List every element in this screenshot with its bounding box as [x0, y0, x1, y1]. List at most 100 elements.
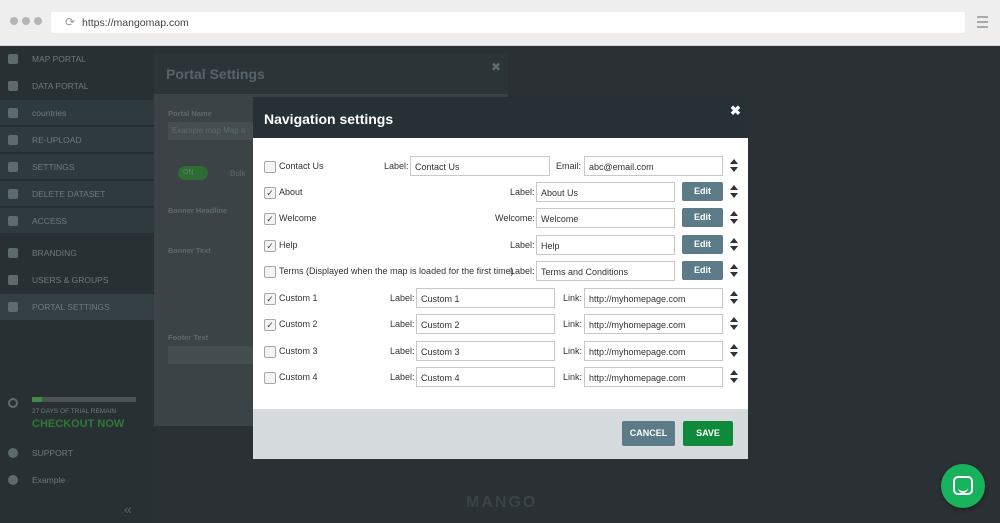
collapse-sidebar-icon[interactable]: «	[124, 501, 132, 517]
sidebar-item-re-upload[interactable]: RE-UPLOAD	[0, 127, 154, 153]
nav-checkbox[interactable]: ✓	[264, 319, 276, 331]
sidebar-item-label: SETTINGS	[32, 162, 75, 172]
sidebar-item-label: countries	[32, 108, 67, 118]
portal-name-label: Portal Name	[168, 109, 212, 118]
drag-handle-icon[interactable]	[730, 238, 738, 252]
save-button[interactable]: SAVE	[683, 421, 733, 446]
background-logo: MANGO	[466, 494, 538, 511]
sidebar-item-label: MAP PORTAL	[32, 54, 86, 64]
nav-link-input[interactable]: http://myhomepage.com	[584, 314, 723, 334]
sidebar-item-map-portal[interactable]: MAP PORTAL	[0, 46, 154, 72]
cancel-button[interactable]: CANCEL	[622, 421, 675, 446]
reload-icon[interactable]: ⟳	[65, 16, 75, 29]
portal-toggle[interactable]: ON	[178, 166, 208, 180]
edit-button[interactable]: Edit	[682, 235, 723, 254]
nav-label-input[interactable]: Terms and Conditions	[536, 261, 675, 281]
portal-name-field[interactable]: Example map Map a	[168, 122, 258, 140]
edit-button[interactable]: Edit	[682, 261, 723, 280]
grid-icon	[8, 108, 18, 118]
nav-label-input[interactable]: Custom 3	[416, 341, 555, 361]
nav-field-label: Label:	[390, 319, 415, 329]
nav-checkbox[interactable]	[264, 346, 276, 358]
drag-handle-icon[interactable]	[730, 370, 738, 384]
sidebar-item-portal-settings[interactable]: PORTAL SETTINGS	[0, 294, 154, 320]
nav-checkbox[interactable]: ✓	[264, 240, 276, 252]
nav-checkbox[interactable]: ✓	[264, 213, 276, 225]
help-icon	[8, 448, 18, 458]
globe-icon	[8, 54, 18, 64]
nav-email-input[interactable]: abc@email.com	[584, 156, 723, 176]
user-icon	[8, 475, 18, 485]
panel-header: Portal Settings ✖	[154, 54, 508, 94]
nav-field-label: Label:	[510, 240, 535, 250]
nav-field-label: Label:	[390, 372, 415, 382]
checkout-link[interactable]: CHECKOUT NOW	[32, 418, 124, 430]
nav-label-input[interactable]: About Us	[536, 182, 675, 202]
nav-checkbox[interactable]: ✓	[264, 293, 276, 305]
footer-text-field[interactable]	[168, 346, 258, 364]
nav-checkbox[interactable]: ✓	[264, 187, 276, 199]
toggle-label: Bulk	[230, 169, 246, 178]
sidebar-item-label: BRANDING	[32, 248, 77, 258]
chat-icon	[953, 476, 973, 495]
edit-button[interactable]: Edit	[682, 182, 723, 201]
clock-icon	[8, 398, 18, 408]
drag-handle-icon[interactable]	[730, 185, 738, 199]
panel-close-icon[interactable]: ✖	[491, 60, 501, 74]
nav-checkbox[interactable]	[264, 266, 276, 278]
nav-label-input[interactable]: Custom 2	[416, 314, 555, 334]
modal-title: Navigation settings	[264, 111, 394, 127]
sidebar: MAP PORTAL DATA PORTAL countries RE-UPLO…	[0, 46, 154, 523]
nav-link-input[interactable]: http://myhomepage.com	[584, 341, 723, 361]
nav-link-input[interactable]: http://myhomepage.com	[584, 367, 723, 387]
sidebar-item-label: ACCESS	[32, 216, 67, 226]
drag-handle-icon[interactable]	[730, 264, 738, 278]
menu-icon[interactable]	[977, 16, 988, 31]
address-bar[interactable]: ⟳ https://mangomap.com	[51, 12, 965, 33]
nav-row-custom-3: Custom 3 Label: Custom 3 Link: http://my…	[253, 341, 748, 363]
sidebar-item-label: PORTAL SETTINGS	[32, 302, 110, 312]
panel-title: Portal Settings	[166, 66, 265, 82]
edit-button[interactable]: Edit	[682, 208, 723, 227]
nav-label-input[interactable]: Welcome	[536, 208, 675, 228]
nav-field-label: Label:	[390, 293, 415, 303]
nav-field-label: Label:	[390, 346, 415, 356]
nav-label-input[interactable]: Custom 1	[416, 288, 555, 308]
nav-field-label: Welcome:	[495, 213, 535, 223]
window-controls[interactable]	[10, 17, 42, 25]
drag-handle-icon[interactable]	[730, 159, 738, 173]
sidebar-item-label: RE-UPLOAD	[32, 135, 82, 145]
sidebar-item-label: DATA PORTAL	[32, 81, 89, 91]
drag-handle-icon[interactable]	[730, 291, 738, 305]
nav-row-custom-2: ✓ Custom 2 Label: Custom 2 Link: http://…	[253, 314, 748, 336]
drag-handle-icon[interactable]	[730, 344, 738, 358]
nav-field-label: Label:	[510, 187, 535, 197]
nav-label-input[interactable]: Help	[536, 235, 675, 255]
nav-checkbox[interactable]	[264, 372, 276, 384]
sidebar-item-label: Example	[32, 475, 66, 485]
sidebar-item-access[interactable]: ACCESS	[0, 208, 154, 234]
sidebar-item-data-portal[interactable]: DATA PORTAL	[0, 73, 154, 99]
sidebar-item-support[interactable]: SUPPORT	[0, 440, 154, 466]
drag-handle-icon[interactable]	[730, 211, 738, 225]
palette-icon	[8, 248, 18, 258]
nav-item-name: Help	[279, 240, 298, 250]
close-icon[interactable]: ✖	[730, 103, 741, 119]
nav-link-input[interactable]: http://myhomepage.com	[584, 288, 723, 308]
nav-extra-label: Link:	[563, 372, 583, 382]
nav-label-input[interactable]: Custom 4	[416, 367, 555, 387]
banner-text-label: Banner Text	[168, 246, 211, 255]
nav-extra-label: Link:	[563, 293, 583, 303]
trial-remaining-text: 27 DAYS OF TRIAL REMAIN	[32, 408, 117, 415]
sidebar-item-users-groups[interactable]: USERS & GROUPS	[0, 267, 154, 293]
sidebar-item-countries[interactable]: countries	[0, 100, 154, 126]
nav-label-input[interactable]: Contact Us	[410, 156, 550, 176]
nav-checkbox[interactable]	[264, 161, 276, 173]
sidebar-item-branding[interactable]: BRANDING	[0, 240, 154, 266]
drag-handle-icon[interactable]	[730, 317, 738, 331]
browser-chrome: ⟳ https://mangomap.com	[0, 0, 1000, 46]
sidebar-item-account[interactable]: Example	[0, 467, 154, 493]
chat-launcher-button[interactable]	[941, 464, 985, 508]
sidebar-item-settings[interactable]: SETTINGS	[0, 154, 154, 180]
sidebar-item-delete-dataset[interactable]: DELETE DATASET	[0, 181, 154, 207]
